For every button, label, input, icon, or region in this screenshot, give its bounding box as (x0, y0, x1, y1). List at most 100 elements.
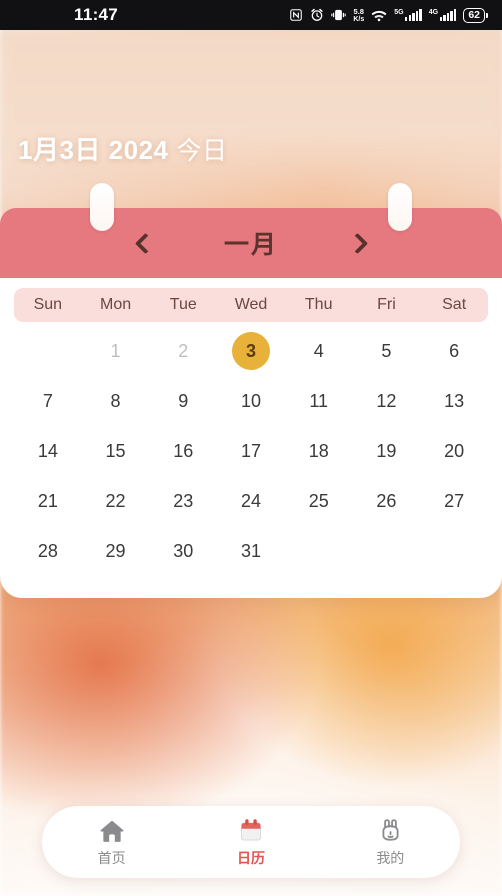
calendar-day-10[interactable]: 10 (217, 376, 285, 426)
calendar-day-number: 6 (449, 340, 460, 361)
weekday-label-sun: Sun (33, 296, 63, 313)
calendar-day-number: 15 (105, 440, 126, 461)
calendar-day-number: 16 (173, 440, 194, 461)
calendar-day-empty (14, 326, 82, 376)
weekday-label-tue: Tue (169, 296, 197, 313)
tab-profile-label: 我的 (376, 849, 405, 866)
today-label: 今日 (176, 137, 228, 165)
tab-calendar-label: 日历 (236, 849, 265, 866)
background-top-wash (0, 30, 502, 210)
calendar-day-27[interactable]: 27 (420, 476, 488, 526)
calendar-day-11[interactable]: 11 (285, 376, 353, 426)
rabbit-icon (378, 817, 403, 843)
calendar-day-29[interactable]: 29 (82, 526, 150, 576)
network-speed-value: 5.8 (353, 6, 364, 16)
calendar-day-21[interactable]: 21 (14, 476, 82, 526)
chevron-left-icon (134, 232, 156, 254)
calendar-day-20[interactable]: 20 (420, 426, 488, 476)
calendar-day-16[interactable]: 16 (149, 426, 217, 476)
calendar-day-4[interactable]: 4 (285, 326, 353, 376)
calendar-day-22[interactable]: 22 (82, 476, 150, 526)
calendar-day-28[interactable]: 28 (14, 526, 82, 576)
calendar-container: 一月 Sun Mon Tue Wed Thu Fri Sat 1 2 3 4 5 6 7 8 9 10 11 12… (0, 183, 502, 598)
calendar-day-number: 22 (105, 490, 126, 511)
previous-month-button[interactable] (122, 222, 164, 264)
calendar-day-17[interactable]: 17 (217, 426, 285, 476)
calendar-day-25[interactable]: 25 (285, 476, 353, 526)
calendar-day-number: 28 (37, 540, 58, 561)
calendar-day-19[interactable]: 19 (353, 426, 421, 476)
calendar-card: Sun Mon Tue Wed Thu Fri Sat 1 2 3 4 5 6 7 8 9 10 11 12 13 1… (0, 278, 502, 598)
status-bar: 11:47 5.8 K/s 5G 4G 62 (0, 0, 502, 30)
calendar-day-number: 26 (376, 490, 397, 511)
network-speed-indicator: 5.8 K/s (353, 6, 364, 22)
tab-profile[interactable]: 我的 (344, 817, 436, 868)
tab-home[interactable]: 首页 (66, 817, 158, 868)
month-navigation-bar: 一月 (0, 208, 502, 278)
vibrate-icon (331, 8, 347, 22)
calendar-day-number: 13 (444, 390, 465, 411)
calendar-day-30[interactable]: 30 (149, 526, 217, 576)
calendar-day-12[interactable]: 12 (353, 376, 421, 426)
calendar-day-number: 21 (37, 490, 58, 511)
tab-home-label: 首页 (97, 849, 126, 866)
calendar-day-5[interactable]: 5 (353, 326, 421, 376)
calendar-day-number: 30 (173, 540, 194, 561)
calendar-day-number: 18 (308, 440, 329, 461)
calendar-day-number: 9 (178, 390, 189, 411)
calendar-day-15[interactable]: 15 (82, 426, 150, 476)
calendar-day-number: 29 (105, 540, 126, 561)
calendar-day-26[interactable]: 26 (353, 476, 421, 526)
calendar-day-number: 11 (309, 390, 329, 411)
calendar-day-number: 3 (231, 332, 270, 370)
alarm-icon (310, 8, 324, 22)
calendar-day-2[interactable]: 2 (149, 326, 217, 376)
status-bar-icons: 5.8 K/s 5G 4G 62 (289, 6, 488, 23)
calendar-day-number: 2 (178, 340, 189, 361)
calendar-day-number: 7 (42, 390, 53, 411)
calendar-day-number: 5 (381, 340, 392, 361)
chevron-right-icon (346, 232, 368, 254)
battery-level-label: 62 (463, 7, 485, 23)
calendar-day-empty (353, 526, 421, 576)
calendar-day-9[interactable]: 9 (149, 376, 217, 426)
calendar-days-grid: 1 2 3 4 5 6 7 8 9 10 11 12 13 14 15 16 17 18 19 20 21 22 23 24 2… (14, 326, 488, 576)
calendar-day-number: 31 (240, 540, 261, 561)
calendar-day-7[interactable]: 7 (14, 376, 82, 426)
weekday-label-fri: Fri (377, 296, 396, 313)
battery-tip (486, 12, 488, 18)
calendar-day-number: 27 (444, 490, 465, 511)
calendar-day-23[interactable]: 23 (149, 476, 217, 526)
calendar-day-6[interactable]: 6 (420, 326, 488, 376)
calendar-day-14[interactable]: 14 (14, 426, 82, 476)
next-month-button[interactable] (338, 222, 380, 264)
calendar-day-empty (285, 526, 353, 576)
calendar-day-18[interactable]: 18 (285, 426, 353, 476)
calendar-day-number: 10 (240, 390, 261, 411)
calendar-day-1[interactable]: 1 (82, 326, 150, 376)
calendar-day-number: 24 (240, 490, 261, 511)
calendar-day-number: 4 (313, 340, 324, 361)
wifi-icon (371, 9, 387, 22)
bottom-navigation-bar: 首页 日历 我的 (42, 806, 460, 878)
signal-4g-indicator: 4G (429, 9, 457, 21)
signal-4g-bars (439, 9, 457, 21)
calendar-day-number: 12 (376, 390, 397, 411)
calendar-day-8[interactable]: 8 (82, 376, 150, 426)
weekday-header-row: Sun Mon Tue Wed Thu Fri Sat (14, 288, 488, 322)
calendar-day-31[interactable]: 31 (217, 526, 285, 576)
month-title: 一月 (223, 231, 278, 259)
current-date-label: 1月3日 2024 (18, 135, 169, 165)
calendar-day-24[interactable]: 24 (217, 476, 285, 526)
weekday-label-mon: Mon (100, 296, 132, 313)
calendar-day-number: 14 (37, 440, 58, 461)
calendar-day-number: 23 (173, 490, 194, 511)
calendar-day-3[interactable]: 3 (217, 326, 285, 376)
weekday-label-thu: Thu (304, 296, 333, 313)
calendar-icon (238, 817, 264, 843)
weekday-label-wed: Wed (234, 296, 268, 313)
calendar-day-number: 20 (444, 440, 465, 461)
calendar-day-13[interactable]: 13 (420, 376, 488, 426)
tab-calendar[interactable]: 日历 (205, 817, 297, 868)
calendar-day-number: 25 (308, 490, 329, 511)
